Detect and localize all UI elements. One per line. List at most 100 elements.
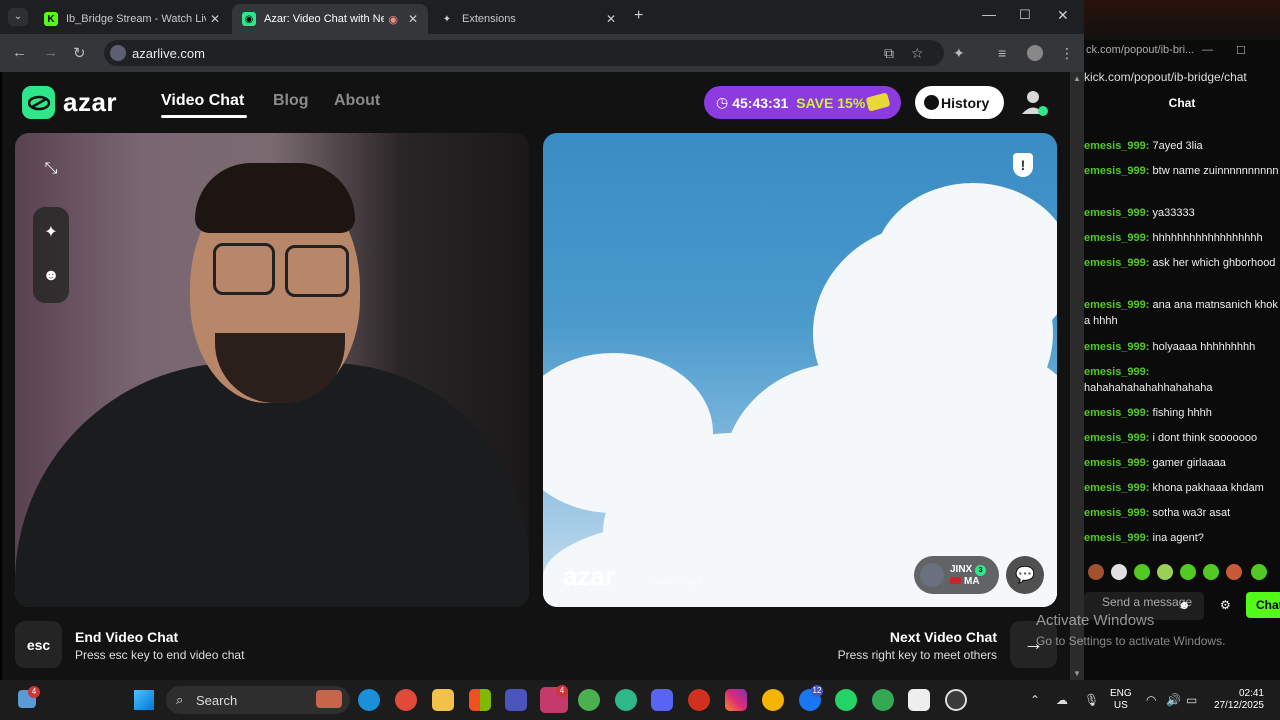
capcut-icon[interactable] — [908, 689, 930, 711]
history-button[interactable]: History — [915, 86, 1004, 119]
chat-username[interactable]: emesis_999: — [1084, 532, 1149, 544]
kick-chat-window: ck.com/popout/ib-bri... — ☐ kick.com/pop… — [1084, 0, 1280, 680]
maximize-button[interactable]: ☐ — [1019, 7, 1031, 23]
emoji-picker-icon[interactable]: ☻ — [1178, 598, 1191, 612]
tab-azar[interactable]: ◉ Azar: Video Chat with New ◉ ✕ — [232, 4, 428, 34]
emote-icon[interactable] — [1088, 564, 1104, 580]
whatsapp-icon[interactable] — [835, 689, 857, 711]
chat-username[interactable]: emesis_999: — [1084, 366, 1149, 378]
address-bar[interactable]: azarlive.com — [104, 40, 944, 66]
face-filter-icon[interactable]: ☻ — [33, 258, 69, 294]
menu-kebab-icon[interactable]: ⋮ — [1060, 45, 1074, 62]
chat-message: emesis_999: hhhhhhhhhhhhhhhhhh — [1084, 230, 1280, 246]
sparkle-effects-icon[interactable]: ✦ — [33, 214, 69, 250]
discord-icon[interactable] — [651, 689, 673, 711]
chat-username[interactable]: emesis_999: — [1084, 432, 1149, 444]
emote-icon[interactable] — [1251, 564, 1267, 580]
scroll-down-icon[interactable]: ▼ — [1073, 669, 1081, 678]
chat-username[interactable]: emesis_999: — [1084, 341, 1149, 353]
file-explorer-icon[interactable] — [432, 689, 454, 711]
kick-maximize-button[interactable]: ☐ — [1236, 44, 1246, 57]
back-icon[interactable]: ← — [12, 44, 27, 61]
chat-text: i dont think sooooooo — [1152, 432, 1258, 444]
kick-minimize-button[interactable]: — — [1202, 44, 1213, 56]
chat-username[interactable]: emesis_999: — [1084, 165, 1149, 177]
kick-favicon-icon: K — [44, 12, 58, 26]
nav-video-chat[interactable]: Video Chat — [161, 92, 244, 110]
emote-icon[interactable] — [1180, 564, 1196, 580]
end-chat-esc-button[interactable]: esc — [15, 621, 62, 668]
puzzle-icon: ✦ — [442, 13, 452, 25]
vpn-icon[interactable] — [615, 689, 637, 711]
chrome-icon[interactable] — [872, 689, 894, 711]
user-avatar-icon[interactable] — [1019, 87, 1049, 117]
chat-username[interactable]: emesis_999: — [1084, 257, 1149, 269]
taskbar-search[interactable]: ⌕ Search — [166, 686, 350, 714]
chat-username[interactable]: emesis_999: — [1084, 207, 1149, 219]
chat-username[interactable]: emesis_999: — [1084, 232, 1149, 244]
window-close-button[interactable]: ✕ — [1057, 7, 1069, 24]
tab-list-dropdown[interactable]: ⌄ — [8, 8, 28, 26]
windows-start-icon[interactable] — [134, 690, 154, 710]
chat-bubble-icon[interactable]: 💬 — [1006, 556, 1044, 594]
chat-username[interactable]: emesis_999: — [1084, 407, 1149, 419]
peer-profile-card[interactable]: JINX 3 MA — [914, 556, 999, 594]
minimize-button[interactable]: — — [982, 6, 996, 22]
emote-icon[interactable] — [1111, 564, 1127, 580]
tab-extensions[interactable]: ✦ Extensions ✕ — [430, 4, 626, 34]
new-tab-button[interactable]: + — [634, 7, 643, 25]
forward-icon[interactable]: → — [43, 44, 58, 61]
chat-username[interactable]: emesis_999: — [1084, 507, 1149, 519]
page-scrollbar[interactable]: ▲ ▼ — [1070, 72, 1084, 680]
volume-icon[interactable]: 🔊 — [1166, 693, 1181, 707]
emote-icon[interactable] — [1226, 564, 1242, 580]
onedrive-icon[interactable]: ☁ — [1056, 693, 1068, 707]
logo-wordmark: azar — [63, 87, 118, 117]
profile-icon[interactable] — [1027, 45, 1043, 61]
report-shield-icon[interactable]: ! — [1013, 153, 1033, 177]
microphone-icon[interactable]: 🎙 — [1084, 693, 1099, 707]
azar-logo[interactable]: azar — [22, 86, 117, 119]
nav-blog[interactable]: Blog — [273, 92, 309, 110]
search-icon: ⌕ — [176, 692, 184, 707]
battery-icon[interactable]: ▭ — [1186, 693, 1197, 707]
bookmark-star-icon[interactable]: ☆ — [911, 45, 924, 62]
send-chat-button[interactable]: Chat — [1246, 592, 1280, 618]
store-icon[interactable] — [469, 689, 491, 711]
collapse-icon[interactable]: ⤡ — [33, 151, 69, 187]
chat-username[interactable]: emesis_999: — [1084, 299, 1149, 311]
reload-icon[interactable]: ↻ — [73, 44, 86, 62]
tab-kick-stream[interactable]: K Ib_Bridge Stream - Watch Live o ✕ — [34, 4, 230, 34]
scroll-up-icon[interactable]: ▲ — [1073, 74, 1081, 83]
obs-icon[interactable] — [945, 689, 967, 711]
game-app-icon[interactable] — [688, 689, 710, 711]
install-app-icon[interactable]: ⧉ — [884, 45, 894, 62]
chrome-icon[interactable] — [762, 689, 784, 711]
close-icon[interactable]: ✕ — [210, 12, 220, 26]
teams-icon[interactable] — [505, 689, 527, 711]
site-info-icon[interactable] — [110, 45, 126, 61]
nav-about[interactable]: About — [334, 92, 380, 110]
emote-icon[interactable] — [1157, 564, 1173, 580]
close-icon[interactable]: ✕ — [408, 12, 418, 26]
chat-username[interactable]: emesis_999: — [1084, 140, 1149, 152]
close-icon[interactable]: ✕ — [606, 12, 616, 26]
instagram-icon[interactable] — [725, 689, 747, 711]
chrome-profile-icon[interactable] — [578, 689, 600, 711]
edge-icon[interactable] — [358, 689, 380, 711]
extensions-icon[interactable]: ✦ — [953, 45, 965, 62]
taskbar-clock[interactable]: 02:41 27/12/2025 — [1208, 688, 1264, 712]
app-badge: 4 — [556, 685, 568, 697]
self-video: ⤡ ✦ ☻ — [15, 133, 529, 607]
tray-overflow-icon[interactable]: ⌃ — [1030, 693, 1040, 707]
input-language[interactable]: ENG US — [1110, 688, 1132, 712]
wifi-icon[interactable]: ◠ — [1146, 693, 1156, 707]
media-control-icon[interactable]: ≡ — [998, 45, 1006, 61]
emote-icon[interactable] — [1203, 564, 1219, 580]
chat-username[interactable]: emesis_999: — [1084, 457, 1149, 469]
chat-username[interactable]: emesis_999: — [1084, 482, 1149, 494]
chat-settings-gear-icon[interactable]: ⚙ — [1220, 598, 1231, 612]
chrome-icon[interactable] — [395, 689, 417, 711]
emote-icon[interactable] — [1134, 564, 1150, 580]
promo-timer-button[interactable]: ◷ 45:43:31 SAVE 15% — [704, 86, 901, 119]
